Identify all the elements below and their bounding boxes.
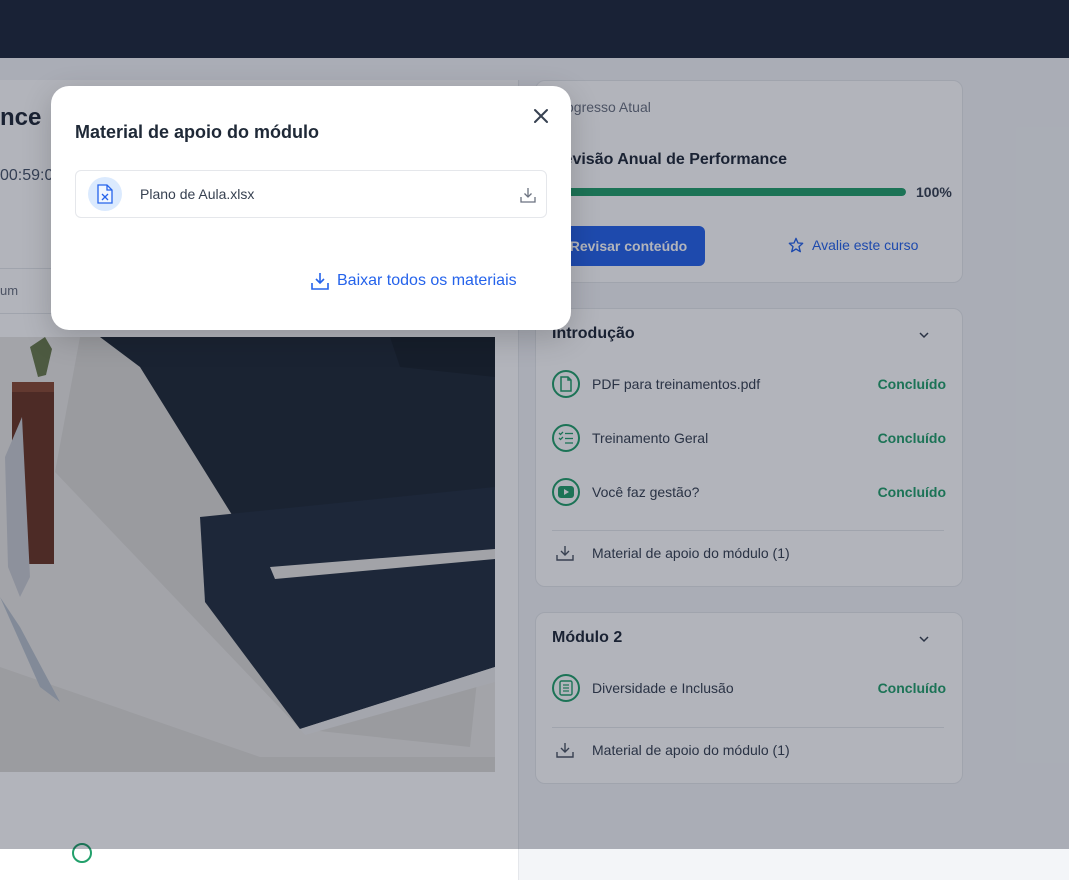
close-icon[interactable] <box>531 106 551 126</box>
modal-title: Material de apoio do módulo <box>75 122 320 142</box>
download-icon[interactable] <box>520 187 536 203</box>
file-name: Plano de Aula.xlsx <box>140 186 255 202</box>
material-file-row[interactable]: Plano de Aula.xlsx <box>75 170 547 218</box>
download-all-button[interactable]: Baixar todos os materiais <box>311 272 517 290</box>
download-all-label: Baixar todos os materiais <box>337 272 517 289</box>
download-icon <box>311 273 329 290</box>
excel-file-icon <box>88 177 122 211</box>
support-material-modal: Material de apoio do módulo Plano de Aul… <box>51 86 571 330</box>
